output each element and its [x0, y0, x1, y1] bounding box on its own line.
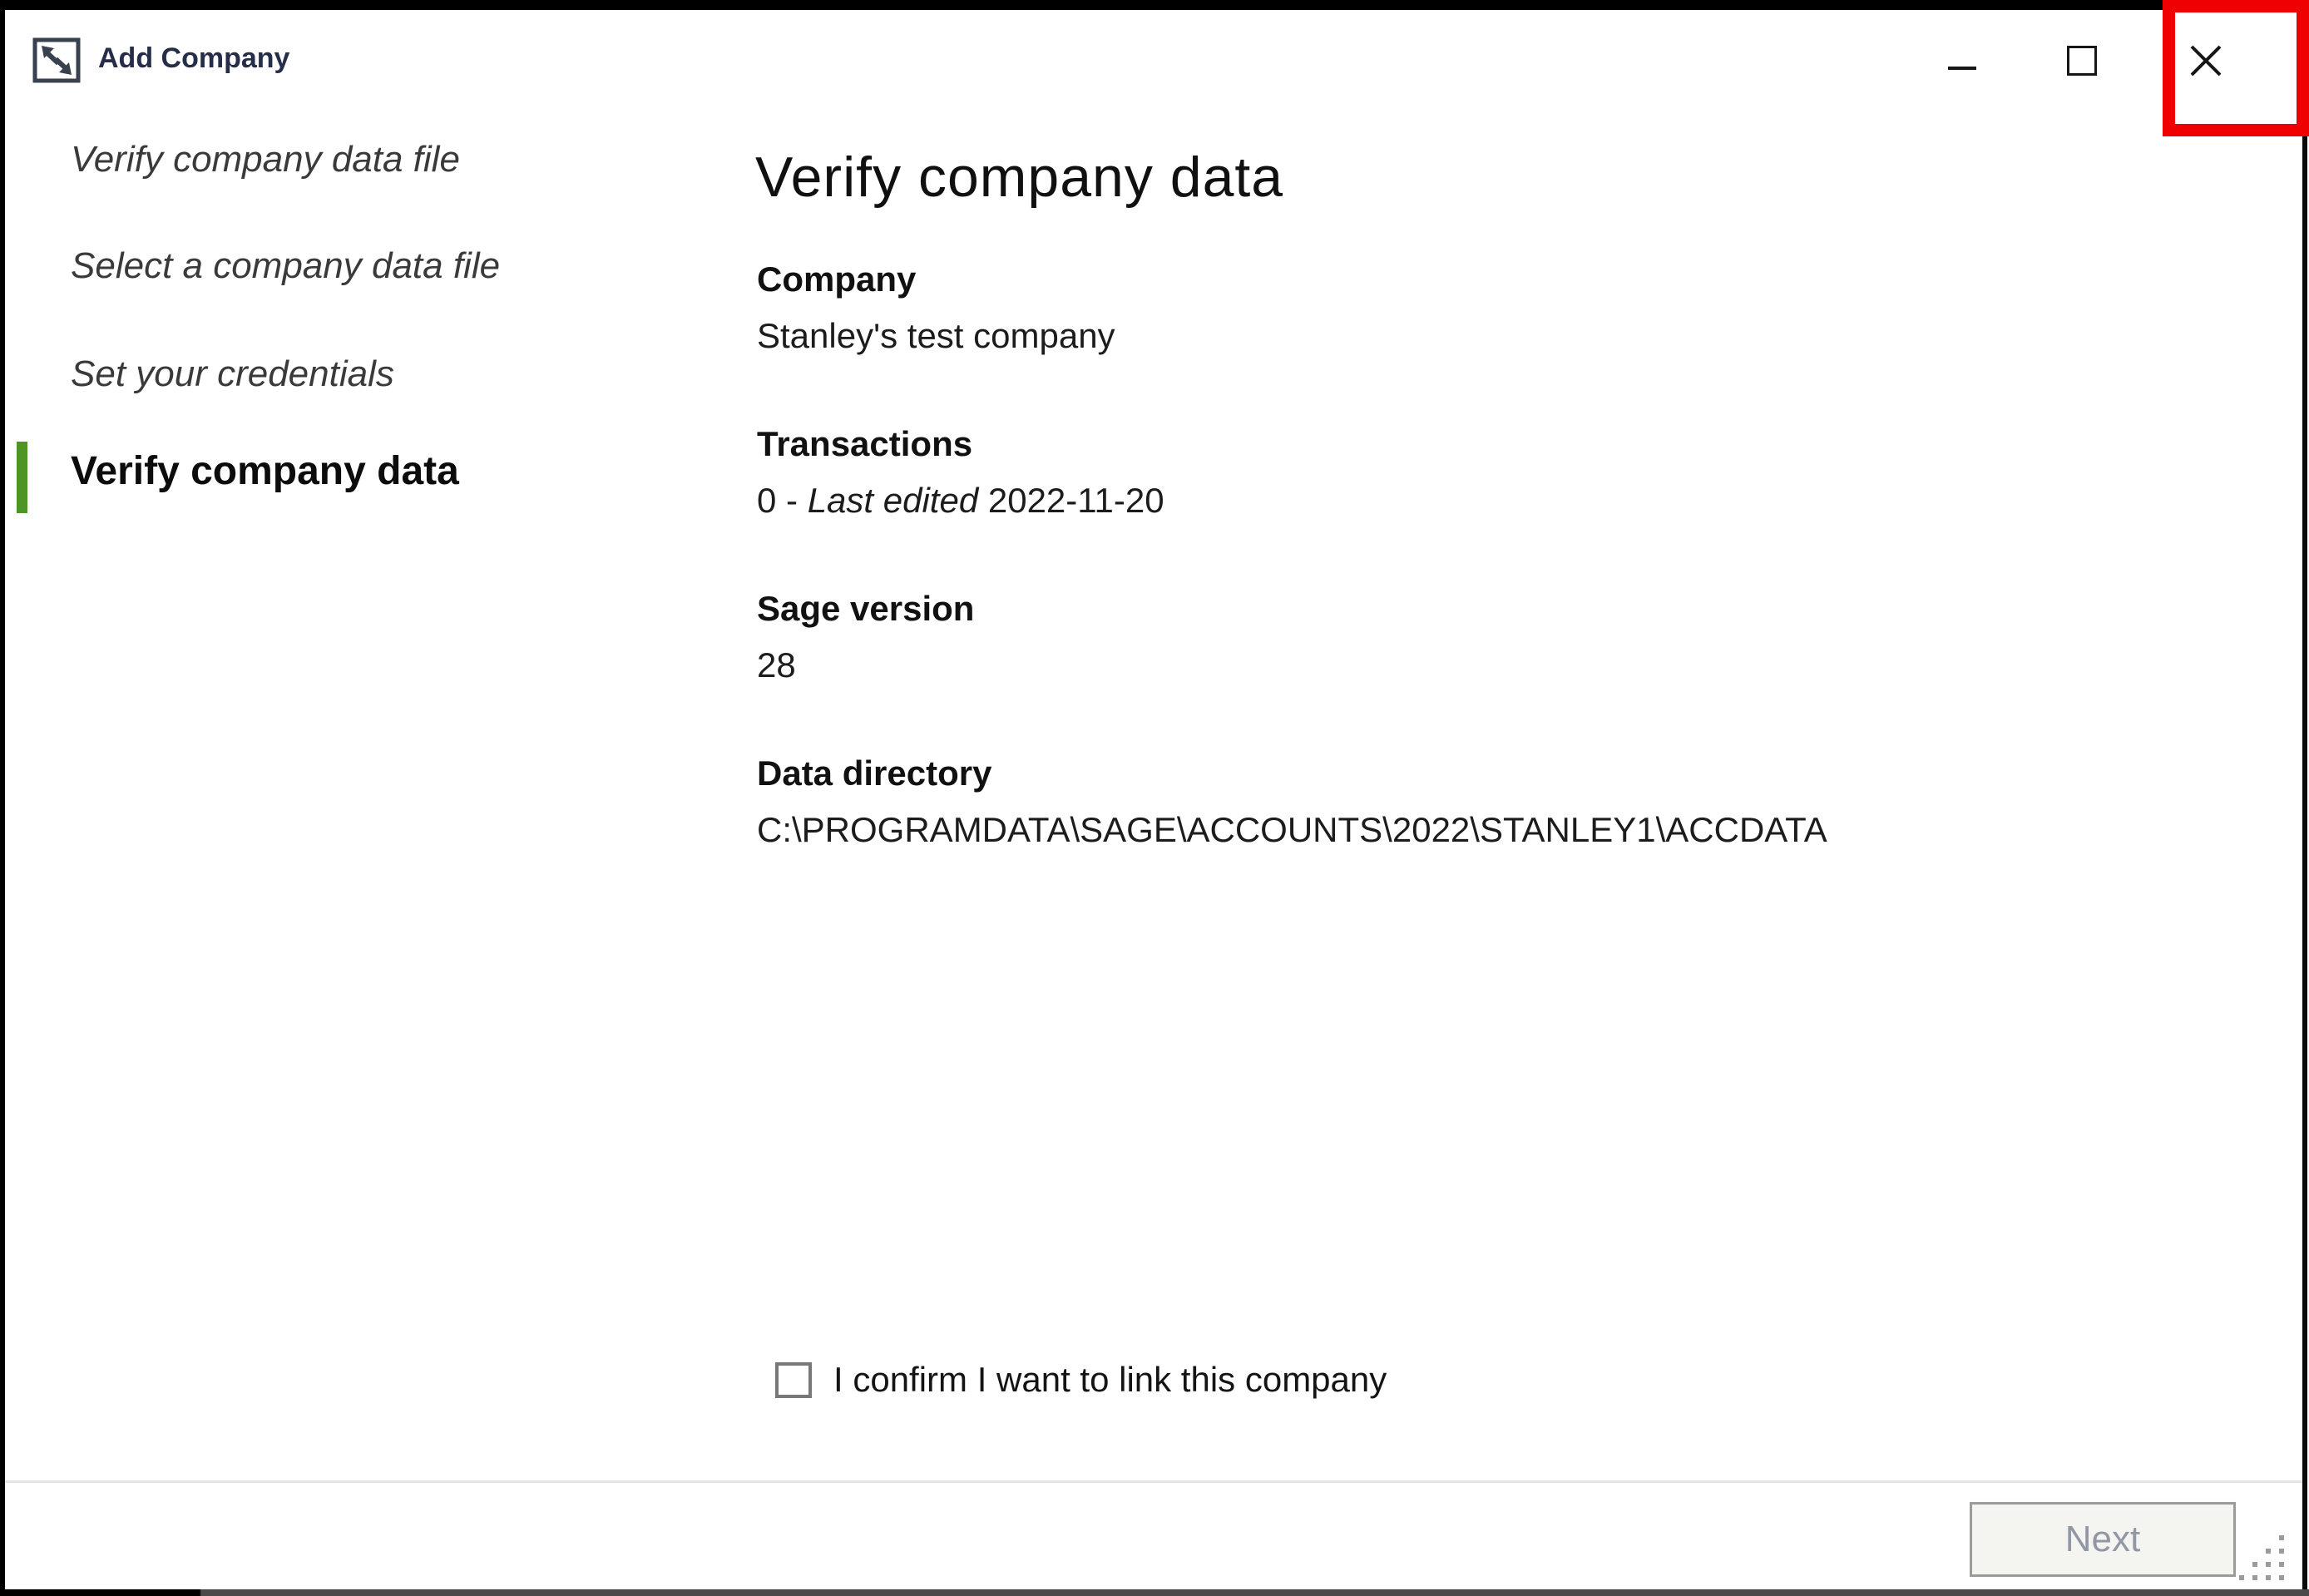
transactions-label: Transactions: [757, 424, 1164, 464]
confirm-link-row[interactable]: I confirm I want to link this company: [775, 1359, 1387, 1401]
sage-version-value: 28: [757, 645, 974, 685]
transactions-value: 0 - Last edited 2022-11-20: [757, 481, 1164, 521]
step-verify-company-data: Verify company data: [71, 447, 459, 496]
page-title: Verify company data: [755, 146, 1283, 209]
window-border-bottom: [0, 1589, 2309, 1596]
sage-version-label: Sage version: [757, 589, 974, 629]
resize-grip[interactable]: [2239, 1535, 2244, 1540]
wizard-steps-sidebar: Verify company data file Select a compan…: [5, 108, 720, 1439]
transactions-count: 0 -: [757, 481, 808, 520]
window-border-right: [2302, 0, 2307, 1589]
data-directory-value: C:\PROGRAMDATA\SAGE\ACCOUNTS\2022\STANLE…: [757, 810, 1827, 850]
transactions-last-edited: Last edited: [808, 481, 979, 520]
step-set-your-credentials: Set your credentials: [71, 353, 394, 397]
company-field: Company Stanley's test company: [757, 259, 1115, 357]
data-directory-label: Data directory: [757, 754, 1827, 793]
confirm-link-checkbox[interactable]: [775, 1362, 812, 1398]
add-company-dialog: Add Company Verify company data file Sel…: [0, 0, 2309, 1596]
next-button[interactable]: Next: [1970, 1502, 2236, 1577]
company-value: Stanley's test company: [757, 316, 1115, 356]
transactions-date: 2022-11-20: [978, 481, 1164, 520]
step-select-company-data-file: Select a company data file: [71, 245, 500, 289]
main-content: Verify company data Company Stanley's te…: [755, 0, 2169, 1480]
company-label: Company: [757, 259, 1115, 299]
app-icon: [32, 37, 81, 83]
sage-version-field: Sage version 28: [757, 589, 974, 686]
transactions-field: Transactions 0 - Last edited 2022-11-20: [757, 424, 1164, 521]
active-step-indicator-bar: [17, 442, 27, 513]
footer-separator: [5, 1480, 2302, 1483]
data-directory-field: Data directory C:\PROGRAMDATA\SAGE\ACCOU…: [757, 754, 1827, 851]
window-title: Add Company: [98, 43, 289, 74]
confirm-link-label[interactable]: I confirm I want to link this company: [833, 1359, 1387, 1401]
step-verify-company-data-file: Verify company data file: [71, 138, 460, 182]
close-button-highlight-annotation: [2163, 0, 2309, 136]
